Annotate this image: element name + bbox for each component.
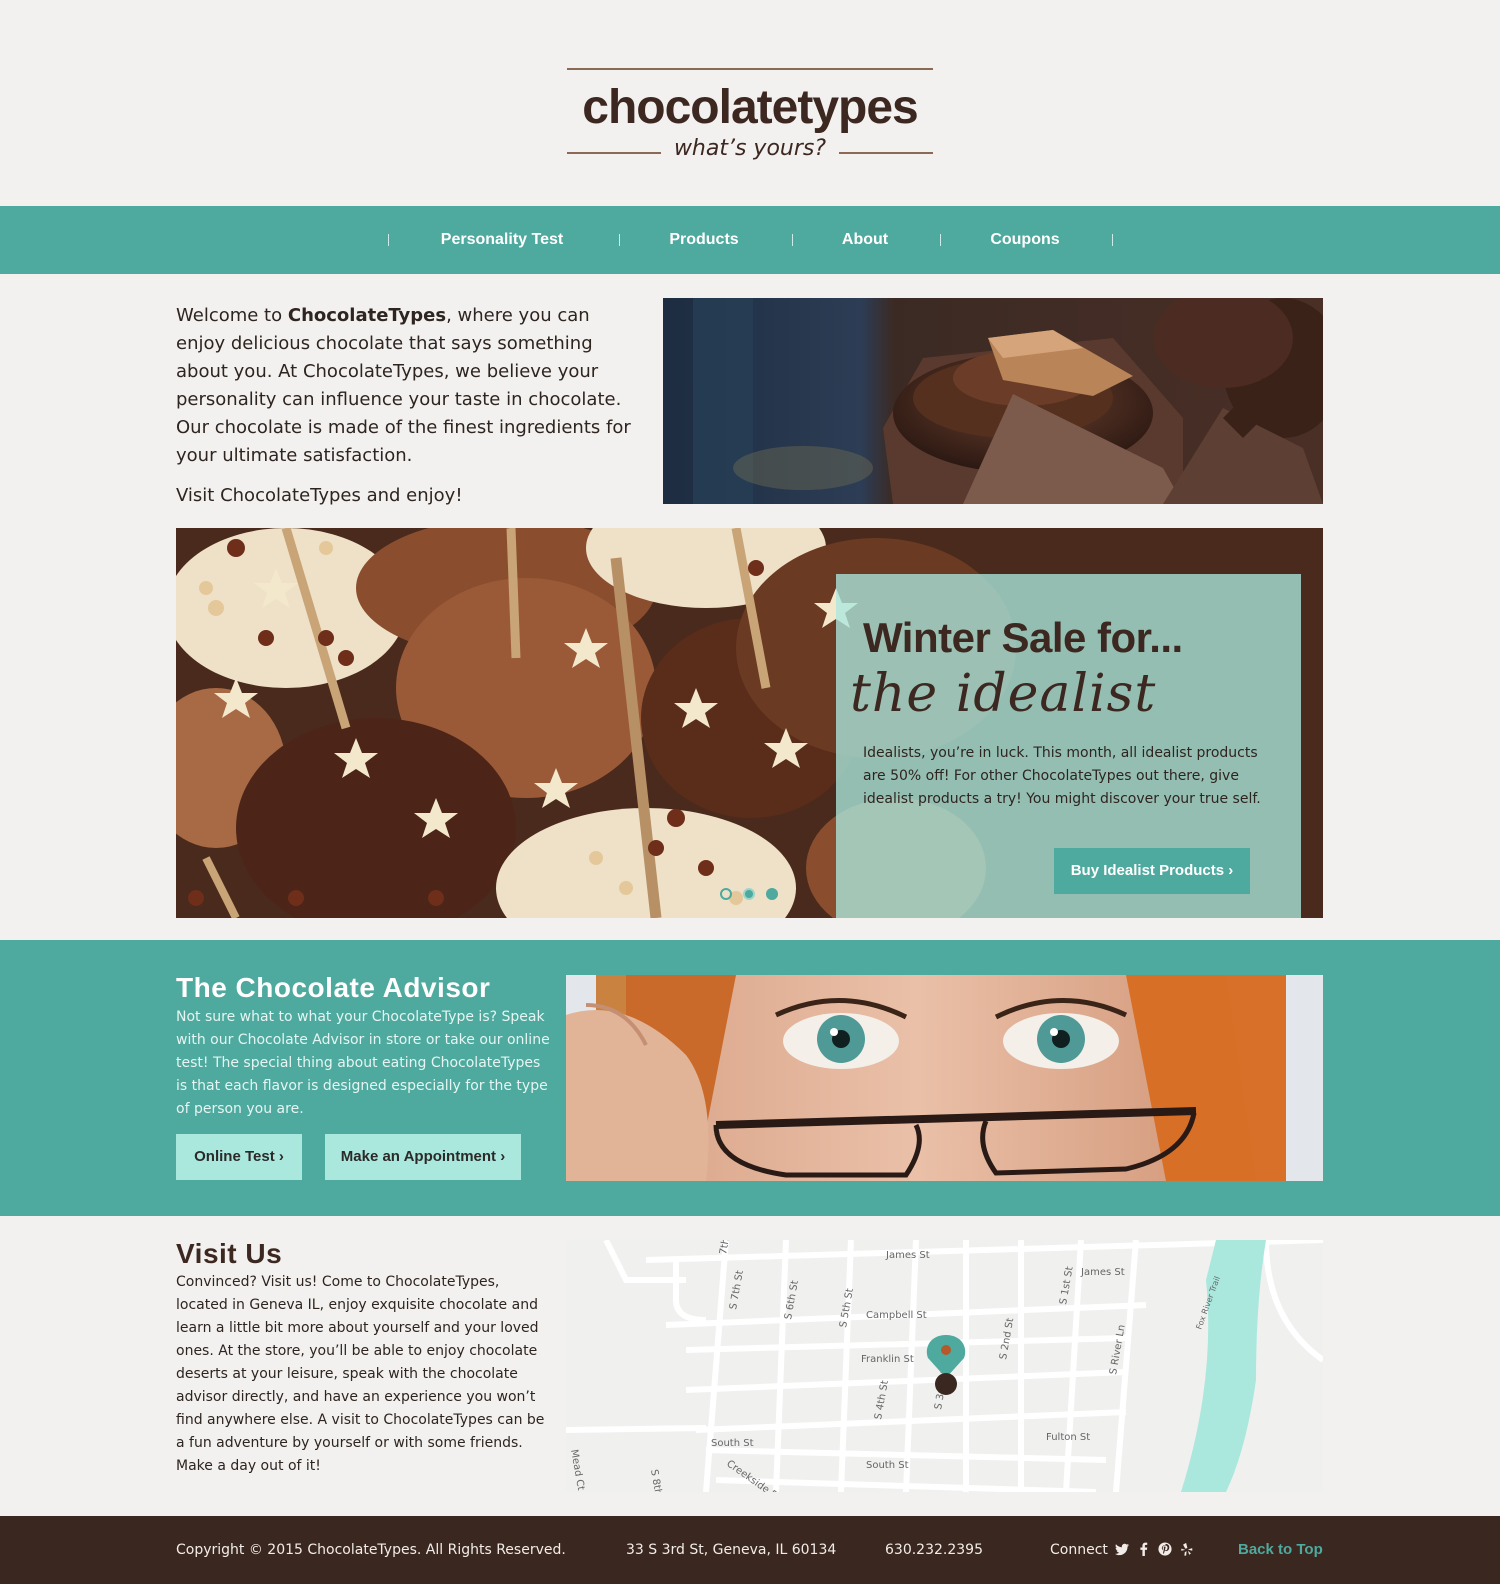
map-label: South St bbox=[711, 1438, 754, 1449]
main-nav: Personality Test Products About Coupons bbox=[0, 206, 1500, 274]
visit-description: Convinced? Visit us! Come to ChocolateTy… bbox=[176, 1274, 545, 1474]
nav-item-personality-test[interactable]: Personality Test bbox=[418, 228, 586, 252]
logo-rule-left bbox=[567, 152, 661, 154]
cupcake-image bbox=[663, 298, 1323, 504]
visit-title: Visit Us bbox=[176, 1238, 283, 1269]
store-map[interactable]: James St Campbell St Franklin St South S… bbox=[566, 1240, 1323, 1492]
online-test-button[interactable]: Online Test › bbox=[176, 1134, 302, 1180]
slider-dot-2[interactable] bbox=[743, 888, 755, 900]
slider-dot-1[interactable] bbox=[720, 888, 732, 900]
nav-item-products[interactable]: Products bbox=[652, 228, 756, 252]
advisor-photo bbox=[566, 975, 1323, 1181]
footer-address: 33 S 3rd St, Geneva, IL 60134 bbox=[626, 1542, 837, 1558]
facebook-icon[interactable] bbox=[1137, 1542, 1151, 1556]
footer-connect: Connect bbox=[1050, 1540, 1194, 1560]
buy-idealist-products-button[interactable]: Buy Idealist Products › bbox=[1054, 848, 1250, 894]
sale-title: Winter Sale for... bbox=[863, 614, 1183, 661]
intro-visit-text: Visit ChocolateTypes and enjoy! bbox=[176, 485, 463, 506]
advisor-title: The Chocolate Advisor bbox=[176, 972, 491, 1003]
nav-separator bbox=[792, 234, 793, 246]
intro-welcome-prefix: Welcome to bbox=[176, 305, 288, 326]
nav-separator bbox=[1112, 234, 1113, 246]
map-label: Fulton St bbox=[1046, 1432, 1090, 1443]
map-label: South St bbox=[866, 1460, 909, 1471]
brand-tagline: what’s yours? bbox=[673, 136, 827, 161]
map-label: James St bbox=[1080, 1267, 1125, 1278]
map-label: Franklin St bbox=[861, 1354, 914, 1365]
map-label: Campbell St bbox=[866, 1310, 927, 1321]
intro-paragraph: Welcome to ChocolateTypes, where you can… bbox=[176, 302, 636, 470]
logo-rule-top bbox=[567, 68, 933, 70]
nav-separator bbox=[388, 234, 389, 246]
nav-item-coupons[interactable]: Coupons bbox=[975, 228, 1075, 252]
yelp-icon[interactable] bbox=[1180, 1542, 1194, 1556]
nav-separator bbox=[619, 234, 620, 246]
brand-logo[interactable]: chocolatetypes bbox=[567, 80, 933, 135]
slider-dot-3[interactable] bbox=[766, 888, 778, 900]
logo-rule-right bbox=[839, 152, 933, 154]
nav-item-about[interactable]: About bbox=[827, 228, 903, 252]
pinterest-icon[interactable] bbox=[1158, 1542, 1172, 1556]
footer-phone: 630.232.2395 bbox=[885, 1542, 983, 1558]
advisor-section: The Chocolate Advisor Not sure what to w… bbox=[0, 940, 1500, 1216]
site-header: chocolatetypes what’s yours? bbox=[0, 0, 1500, 206]
make-appointment-button[interactable]: Make an Appointment › bbox=[325, 1134, 521, 1180]
back-to-top-link[interactable]: Back to Top bbox=[1238, 1540, 1323, 1560]
twitter-icon[interactable] bbox=[1115, 1542, 1130, 1556]
footer-connect-label: Connect bbox=[1050, 1542, 1108, 1558]
sale-description: Idealists, you’re in luck. This month, a… bbox=[863, 745, 1261, 807]
footer-copyright: Copyright © 2015 ChocolateTypes. All Rig… bbox=[176, 1542, 566, 1558]
site-footer: Copyright © 2015 ChocolateTypes. All Rig… bbox=[0, 1516, 1500, 1584]
nav-separator bbox=[940, 234, 941, 246]
advisor-description: Not sure what to what your ChocolateType… bbox=[176, 1009, 550, 1117]
sale-panel: Winter Sale for... the idealist Idealist… bbox=[836, 574, 1301, 918]
sale-script-title: the idealist bbox=[850, 664, 1157, 724]
intro-brand-name: ChocolateTypes bbox=[287, 305, 447, 326]
promo-slider: Winter Sale for... the idealist Idealist… bbox=[176, 528, 1323, 918]
intro-welcome-suffix: , where you can enjoy delicious chocolat… bbox=[176, 305, 631, 466]
map-label: James St bbox=[885, 1250, 930, 1261]
